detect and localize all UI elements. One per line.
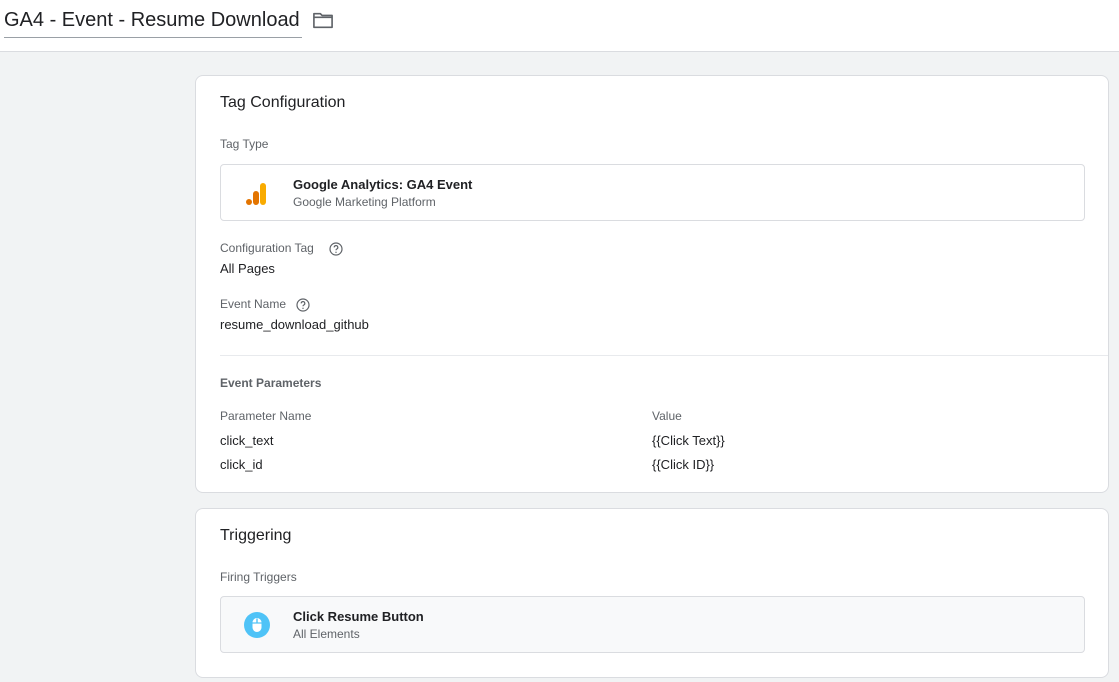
- folder-icon[interactable]: [312, 10, 334, 30]
- event-name-label: Event Name: [220, 297, 287, 311]
- parameter-value-header: Value: [652, 409, 682, 423]
- tag-configuration-card[interactable]: Tag Configuration Tag Type Google Analyt…: [195, 75, 1109, 493]
- tag-type-selector[interactable]: Google Analytics: GA4 Event Google Marke…: [220, 164, 1085, 221]
- trigger-item[interactable]: Click Resume Button All Elements: [220, 596, 1085, 653]
- card-title: Triggering: [220, 527, 292, 544]
- top-bar: GA4 - Event - Resume Download: [0, 0, 1119, 52]
- configuration-tag-label: Configuration Tag: [220, 241, 314, 255]
- firing-triggers-label: Firing Triggers: [220, 570, 297, 584]
- parameter-value: {{Click Text}}: [652, 433, 725, 448]
- trigger-name: Click Resume Button: [293, 609, 424, 624]
- tag-type-name: Google Analytics: GA4 Event: [293, 177, 473, 192]
- triggering-card[interactable]: Triggering Firing Triggers Click Resume …: [195, 508, 1109, 678]
- parameter-name: click_text: [220, 433, 274, 448]
- card-title: Tag Configuration: [220, 94, 346, 111]
- divider: [220, 355, 1108, 356]
- event-name-value: resume_download_github: [220, 317, 369, 332]
- event-parameters-label: Event Parameters: [220, 376, 322, 390]
- help-icon[interactable]: [296, 298, 310, 312]
- parameter-name-header: Parameter Name: [220, 409, 312, 423]
- mouse-click-icon: [244, 612, 270, 638]
- tag-type-label: Tag Type: [220, 137, 269, 151]
- help-icon[interactable]: [329, 242, 343, 256]
- tag-name-input[interactable]: GA4 - Event - Resume Download: [4, 8, 302, 38]
- parameter-name: click_id: [220, 457, 263, 472]
- google-analytics-icon: [246, 183, 266, 205]
- parameter-value: {{Click ID}}: [652, 457, 715, 472]
- trigger-subtitle: All Elements: [293, 627, 360, 641]
- tag-type-subtitle: Google Marketing Platform: [293, 195, 436, 209]
- configuration-tag-value: All Pages: [220, 261, 275, 276]
